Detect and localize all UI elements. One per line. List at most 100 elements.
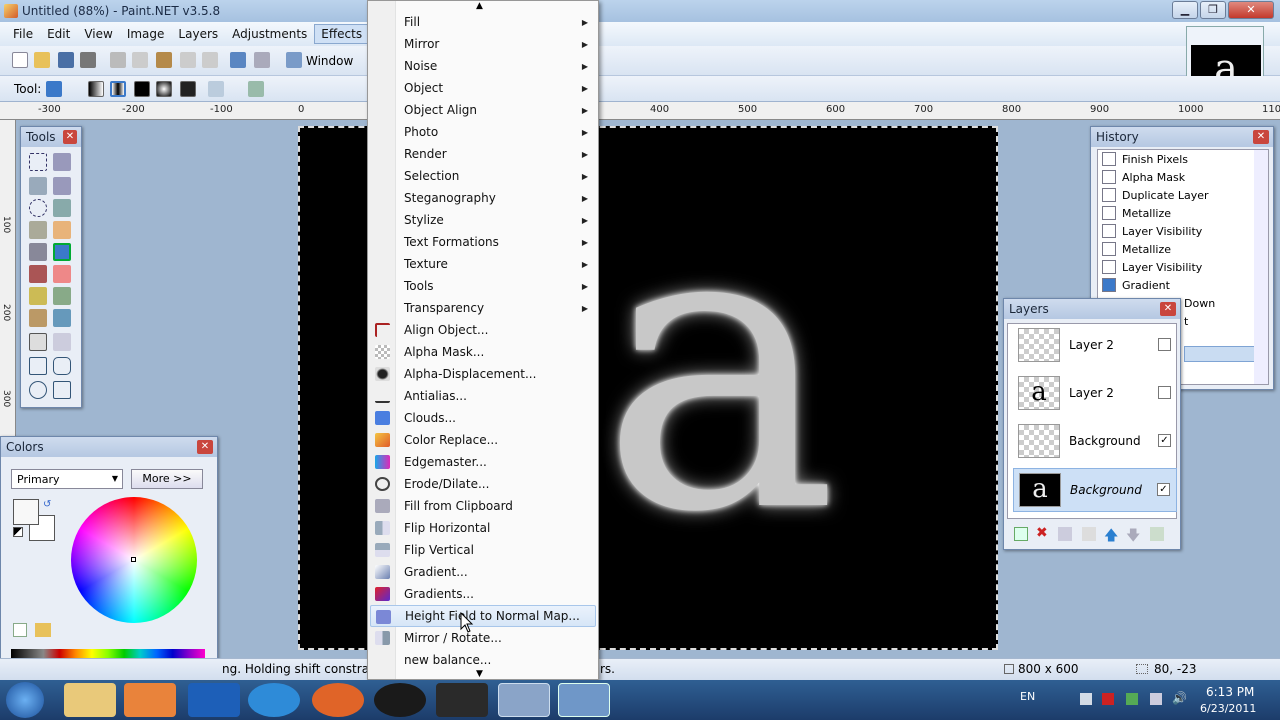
start-button[interactable] [6,682,44,718]
menu-item-stylize[interactable]: Stylize ▶ [370,209,596,231]
pencil-icon[interactable] [29,287,47,305]
menu-item-edgemaster[interactable]: Edgemaster... [370,451,596,473]
add-palette-icon[interactable] [13,623,27,637]
history-item[interactable]: Alpha Mask [1102,168,1185,186]
menu-item-alpha-mask[interactable]: Alpha Mask... [370,341,596,363]
menu-item-height-field-to-normal-map[interactable]: Height Field to Normal Map... [370,605,596,627]
current-tool-icon[interactable] [46,81,62,97]
menu-item-clouds[interactable]: Clouds... [370,407,596,429]
network-icon[interactable] [1150,693,1162,705]
gradient-tool-icon[interactable] [53,243,71,261]
move-selection-icon[interactable] [53,153,71,171]
menu-scroll-down-icon[interactable]: ▼ [476,669,483,679]
close-icon[interactable]: ✕ [63,130,77,144]
layer-visibility-checkbox[interactable]: ✓ [1158,434,1171,447]
menu-file[interactable]: File [6,24,40,44]
zoom-tool-icon[interactable] [53,199,71,217]
swap-colors-icon[interactable]: ↺ [43,499,51,510]
history-item[interactable]: Down [1184,294,1215,312]
tray-icon[interactable] [1126,693,1138,705]
crop-icon[interactable] [180,52,196,68]
menu-item-flip-vertical[interactable]: Flip Vertical [370,539,596,561]
explorer-taskbar-icon[interactable] [64,683,116,717]
delete-layer-icon[interactable]: ✖ [1036,525,1048,541]
color-wheel-marker[interactable] [131,557,136,562]
layer-row[interactable]: a Layer 2 [1013,372,1177,416]
minimize-button[interactable]: ▁ [1172,1,1198,19]
rectangle-tool-icon[interactable] [29,357,47,375]
clone-stamp-icon[interactable] [29,309,47,327]
menu-item-flip-horizontal[interactable]: Flip Horizontal [370,517,596,539]
menu-item-mirror[interactable]: Mirror ▶ [370,33,596,55]
menu-item-photo[interactable]: Photo ▶ [370,121,596,143]
text-tool-icon[interactable] [29,333,47,351]
primary-secondary-select[interactable]: Primary ▼ [11,469,123,489]
gradient-radial-icon[interactable] [156,81,172,97]
line-curve-icon[interactable] [53,333,71,351]
menu-scroll-up-icon[interactable]: ▲ [476,1,483,11]
hp-tool-taskbar-icon[interactable] [436,683,488,717]
menu-item-mirror-rotate[interactable]: Mirror / Rotate... [370,627,596,649]
menu-item-object[interactable]: Object ▶ [370,77,596,99]
duplicate-layer-icon[interactable] [1058,527,1072,541]
color-wheel[interactable] [71,497,197,623]
paint-bucket-icon[interactable] [29,243,47,261]
menu-item-object-align[interactable]: Object Align ▶ [370,99,596,121]
menu-item-render[interactable]: Render ▶ [370,143,596,165]
close-icon[interactable]: ✕ [1160,302,1176,316]
print-icon[interactable] [80,52,96,68]
rounded-rectangle-icon[interactable] [53,357,71,375]
menu-view[interactable]: View [77,24,119,44]
firefox-taskbar-icon[interactable] [312,683,364,717]
layer-row-selected[interactable]: a Background ✓ [1013,468,1177,512]
menu-item-text-formations[interactable]: Text Formations ▶ [370,231,596,253]
clock-date[interactable]: 6/23/2011 [1200,702,1256,715]
undo-icon[interactable] [230,52,246,68]
history-item[interactable]: Metallize [1102,240,1171,258]
menu-item-transparency[interactable]: Transparency ▶ [370,297,596,319]
close-icon[interactable]: ✕ [1253,130,1269,144]
menu-item-steganography[interactable]: Steganography ▶ [370,187,596,209]
gradient-diamond-icon[interactable] [134,81,150,97]
hp-taskbar-icon[interactable] [374,683,426,717]
menu-layers[interactable]: Layers [171,24,225,44]
gradient-linear-icon[interactable] [88,81,104,97]
zoom-icon[interactable] [286,52,302,68]
history-item[interactable]: Metallize [1102,204,1171,222]
palette-menu-icon[interactable] [35,623,51,637]
paintnet-taskbar-icon[interactable] [558,683,610,717]
history-item[interactable]: Layer Visibility [1102,222,1202,240]
media-player-taskbar-icon[interactable] [124,683,176,717]
paint-taskbar-icon[interactable] [498,683,550,717]
history-item[interactable]: Gradient [1102,276,1170,294]
history-item[interactable]: Finish Pixels [1102,150,1188,168]
deselect-icon[interactable] [202,52,218,68]
menu-item-alpha-displacement[interactable]: Alpha-Displacement... [370,363,596,385]
freeform-shape-icon[interactable] [53,381,71,399]
menu-image[interactable]: Image [120,24,172,44]
primary-color-swatch[interactable] [13,499,39,525]
add-layer-icon[interactable] [1014,527,1028,541]
open-icon[interactable] [34,52,50,68]
tray-flag-icon[interactable] [1080,693,1092,705]
ellipse-select-icon[interactable] [29,199,47,217]
layer-row[interactable]: Layer 2 [1013,324,1177,368]
copy-icon[interactable] [132,52,148,68]
history-scrollbar[interactable] [1254,150,1268,384]
window-dropdown[interactable]: Window [306,54,353,68]
menu-item-antialias[interactable]: Antialias... [370,385,596,407]
maximize-button[interactable]: ❐ [1200,1,1226,19]
menu-item-fill[interactable]: Fill ▶ [370,11,596,33]
menu-item-gradient[interactable]: Gradient... [370,561,596,583]
history-item[interactable]: Duplicate Layer [1102,186,1209,204]
menu-item-tools[interactable]: Tools ▶ [370,275,596,297]
layer-row[interactable]: Background ✓ [1013,420,1177,464]
language-indicator[interactable]: EN [1020,690,1035,703]
color-mode-icon[interactable] [208,81,224,97]
menu-item-texture[interactable]: Texture ▶ [370,253,596,275]
gradient-conical-icon[interactable] [180,81,196,97]
reset-colors-icon[interactable] [13,527,23,537]
history-selected-item[interactable] [1184,346,1258,362]
rectangle-select-icon[interactable] [29,153,47,171]
close-icon[interactable]: ✕ [197,440,213,454]
